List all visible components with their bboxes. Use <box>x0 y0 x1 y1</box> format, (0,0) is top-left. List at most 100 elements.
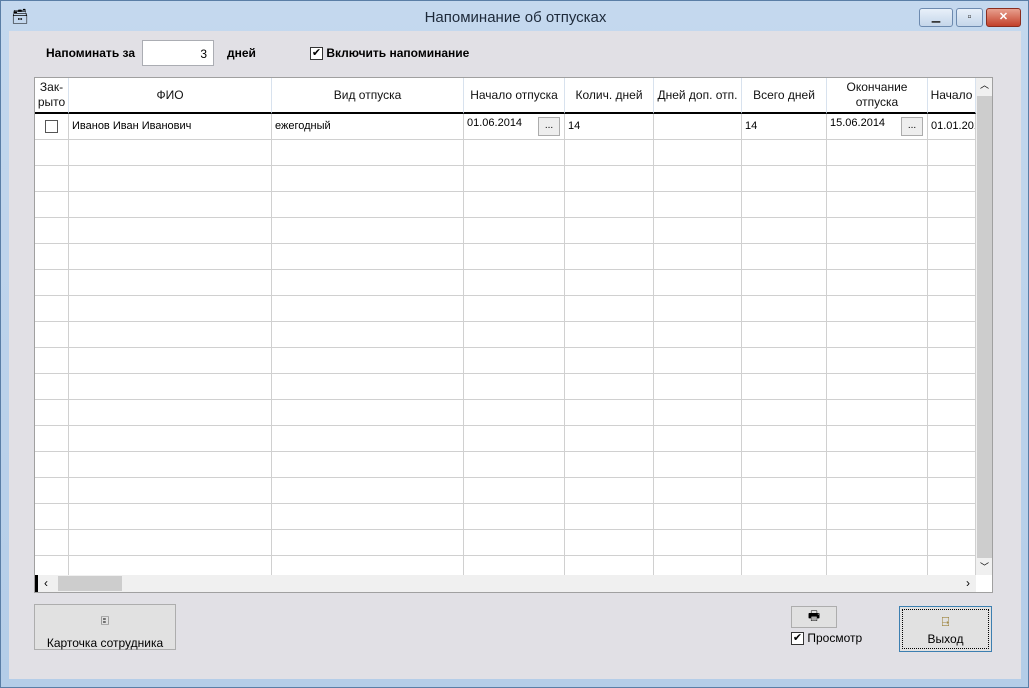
cell-total[interactable] <box>742 348 827 374</box>
cell-days[interactable] <box>565 504 654 530</box>
cell-next[interactable] <box>928 426 976 452</box>
cell-next[interactable] <box>928 322 976 348</box>
cell-next[interactable] <box>928 348 976 374</box>
cell-start[interactable] <box>464 166 565 192</box>
cell-start[interactable] <box>464 244 565 270</box>
scroll-right-icon[interactable]: › <box>966 576 970 590</box>
cell-closed[interactable] <box>35 140 69 166</box>
cell-end[interactable] <box>827 530 928 556</box>
cell-next[interactable]: 01.01.2014 <box>928 114 976 140</box>
cell-extra[interactable] <box>654 322 742 348</box>
cell-end[interactable] <box>827 296 928 322</box>
days-input[interactable]: 3 <box>142 40 214 66</box>
cell-type[interactable] <box>272 192 464 218</box>
cell-fio[interactable]: Иванов Иван Иванович <box>69 114 272 140</box>
date-picker-button[interactable]: ... <box>538 117 560 136</box>
cell-closed[interactable] <box>35 530 69 556</box>
column-header[interactable]: Начало <box>928 78 976 114</box>
empty-row[interactable] <box>35 218 976 244</box>
cell-total[interactable] <box>742 218 827 244</box>
cell-closed[interactable] <box>35 296 69 322</box>
column-header[interactable]: Всего дней <box>742 78 827 114</box>
cell-type[interactable] <box>272 478 464 504</box>
cell-fio[interactable] <box>69 270 272 296</box>
vertical-scroll-thumb[interactable] <box>977 96 992 558</box>
scroll-left-icon[interactable]: ‹ <box>44 576 48 590</box>
empty-row[interactable] <box>35 322 976 348</box>
cell-total[interactable] <box>742 166 827 192</box>
cell-total[interactable] <box>742 400 827 426</box>
cell-type[interactable] <box>272 166 464 192</box>
cell-total[interactable] <box>742 270 827 296</box>
cell-end[interactable] <box>827 426 928 452</box>
cell-start[interactable] <box>464 374 565 400</box>
cell-end[interactable] <box>827 348 928 374</box>
empty-row[interactable] <box>35 530 976 556</box>
scroll-up-icon[interactable]: ︿ <box>976 78 992 91</box>
cell-total[interactable] <box>742 192 827 218</box>
print-button[interactable]: 🖶 <box>791 606 837 628</box>
date-picker-button[interactable]: ... <box>901 117 923 136</box>
cell-next[interactable] <box>928 530 976 556</box>
cell-extra[interactable] <box>654 504 742 530</box>
horizontal-scrollbar[interactable]: ‹ › <box>35 575 976 592</box>
cell-days[interactable] <box>565 348 654 374</box>
cell-fio[interactable] <box>69 504 272 530</box>
cell-closed[interactable] <box>35 270 69 296</box>
table-row[interactable]: Иванов Иван Иванович ежегодный 01.06.2014.… <box>35 114 976 140</box>
cell-total[interactable]: 14 <box>742 114 827 140</box>
cell-extra[interactable] <box>654 348 742 374</box>
cell-type[interactable] <box>272 218 464 244</box>
cell-type[interactable] <box>272 296 464 322</box>
cell-start[interactable] <box>464 426 565 452</box>
cell-extra[interactable] <box>654 218 742 244</box>
cell-total[interactable] <box>742 530 827 556</box>
cell-end[interactable] <box>827 244 928 270</box>
maximize-button[interactable]: ▫ <box>956 8 983 27</box>
cell-extra[interactable] <box>654 140 742 166</box>
empty-row[interactable] <box>35 374 976 400</box>
cell-type[interactable]: ежегодный <box>272 114 464 140</box>
empty-row[interactable] <box>35 192 976 218</box>
cell-total[interactable] <box>742 296 827 322</box>
column-header[interactable]: ФИО <box>69 78 272 114</box>
cell-start[interactable] <box>464 140 565 166</box>
cell-fio[interactable] <box>69 374 272 400</box>
cell-fio[interactable] <box>69 166 272 192</box>
cell-extra[interactable] <box>654 400 742 426</box>
cell-type[interactable] <box>272 244 464 270</box>
cell-days[interactable] <box>565 218 654 244</box>
cell-next[interactable] <box>928 400 976 426</box>
cell-end[interactable] <box>827 218 928 244</box>
cell-fio[interactable] <box>69 348 272 374</box>
cell-fio[interactable] <box>69 400 272 426</box>
cell-extra[interactable] <box>654 270 742 296</box>
cell-type[interactable] <box>272 452 464 478</box>
cell-type[interactable] <box>272 400 464 426</box>
cell-type[interactable] <box>272 322 464 348</box>
cell-fio[interactable] <box>69 218 272 244</box>
cell-end[interactable]: 15.06.2014... <box>827 114 928 140</box>
cell-start[interactable] <box>464 270 565 296</box>
cell-total[interactable] <box>742 426 827 452</box>
empty-row[interactable] <box>35 478 976 504</box>
exit-button[interactable]: ⍈ Выход <box>899 606 992 652</box>
cell-end[interactable] <box>827 270 928 296</box>
empty-row[interactable] <box>35 244 976 270</box>
cell-total[interactable] <box>742 478 827 504</box>
cell-closed[interactable] <box>35 218 69 244</box>
cell-start[interactable] <box>464 348 565 374</box>
cell-next[interactable] <box>928 504 976 530</box>
cell-end[interactable] <box>827 504 928 530</box>
cell-end[interactable] <box>827 166 928 192</box>
column-header[interactable]: Вид отпуска <box>272 78 464 114</box>
empty-row[interactable] <box>35 426 976 452</box>
cell-next[interactable] <box>928 166 976 192</box>
cell-fio[interactable] <box>69 140 272 166</box>
cell-start[interactable] <box>464 478 565 504</box>
column-header[interactable]: Окончание отпуска <box>827 78 928 114</box>
cell-end[interactable] <box>827 374 928 400</box>
cell-total[interactable] <box>742 504 827 530</box>
vertical-scrollbar[interactable]: ︿ ﹀ <box>976 78 992 575</box>
cell-fio[interactable] <box>69 426 272 452</box>
